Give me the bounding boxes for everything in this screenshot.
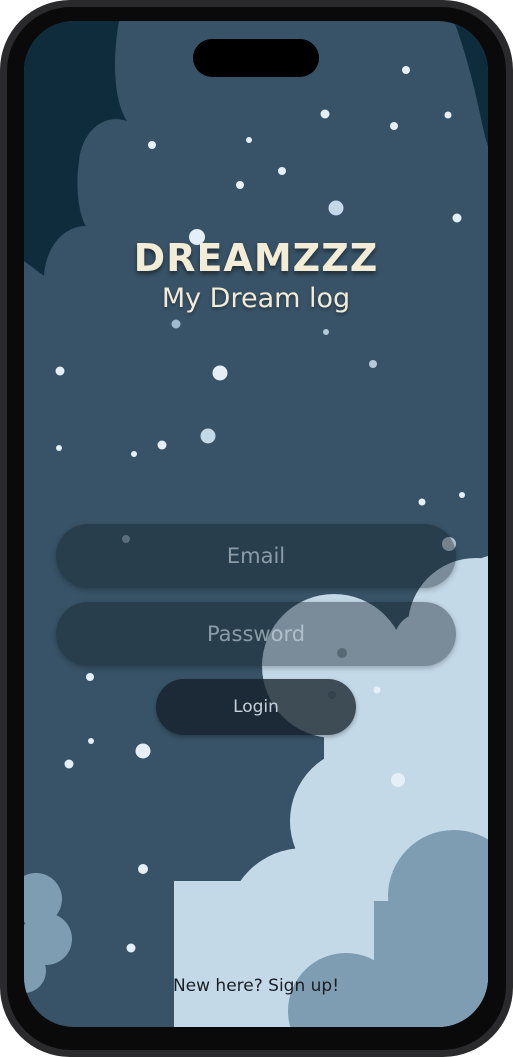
email-field-container xyxy=(56,524,456,588)
email-field[interactable] xyxy=(56,524,456,588)
dark-cloud-top-right xyxy=(454,21,488,146)
app-subtitle: My Dream log xyxy=(161,283,351,314)
password-field[interactable] xyxy=(56,602,456,666)
login-button[interactable]: Login xyxy=(156,679,356,735)
dynamic-island xyxy=(193,39,319,77)
password-field-container xyxy=(56,602,456,666)
app-title: DREAMZZZ xyxy=(133,236,379,280)
app-screen: DREAMZZZ My Dream log Login New here? Si… xyxy=(24,21,488,1027)
mid-cloud-bottom-left xyxy=(24,873,72,993)
signup-link[interactable]: New here? Sign up! xyxy=(24,976,488,996)
